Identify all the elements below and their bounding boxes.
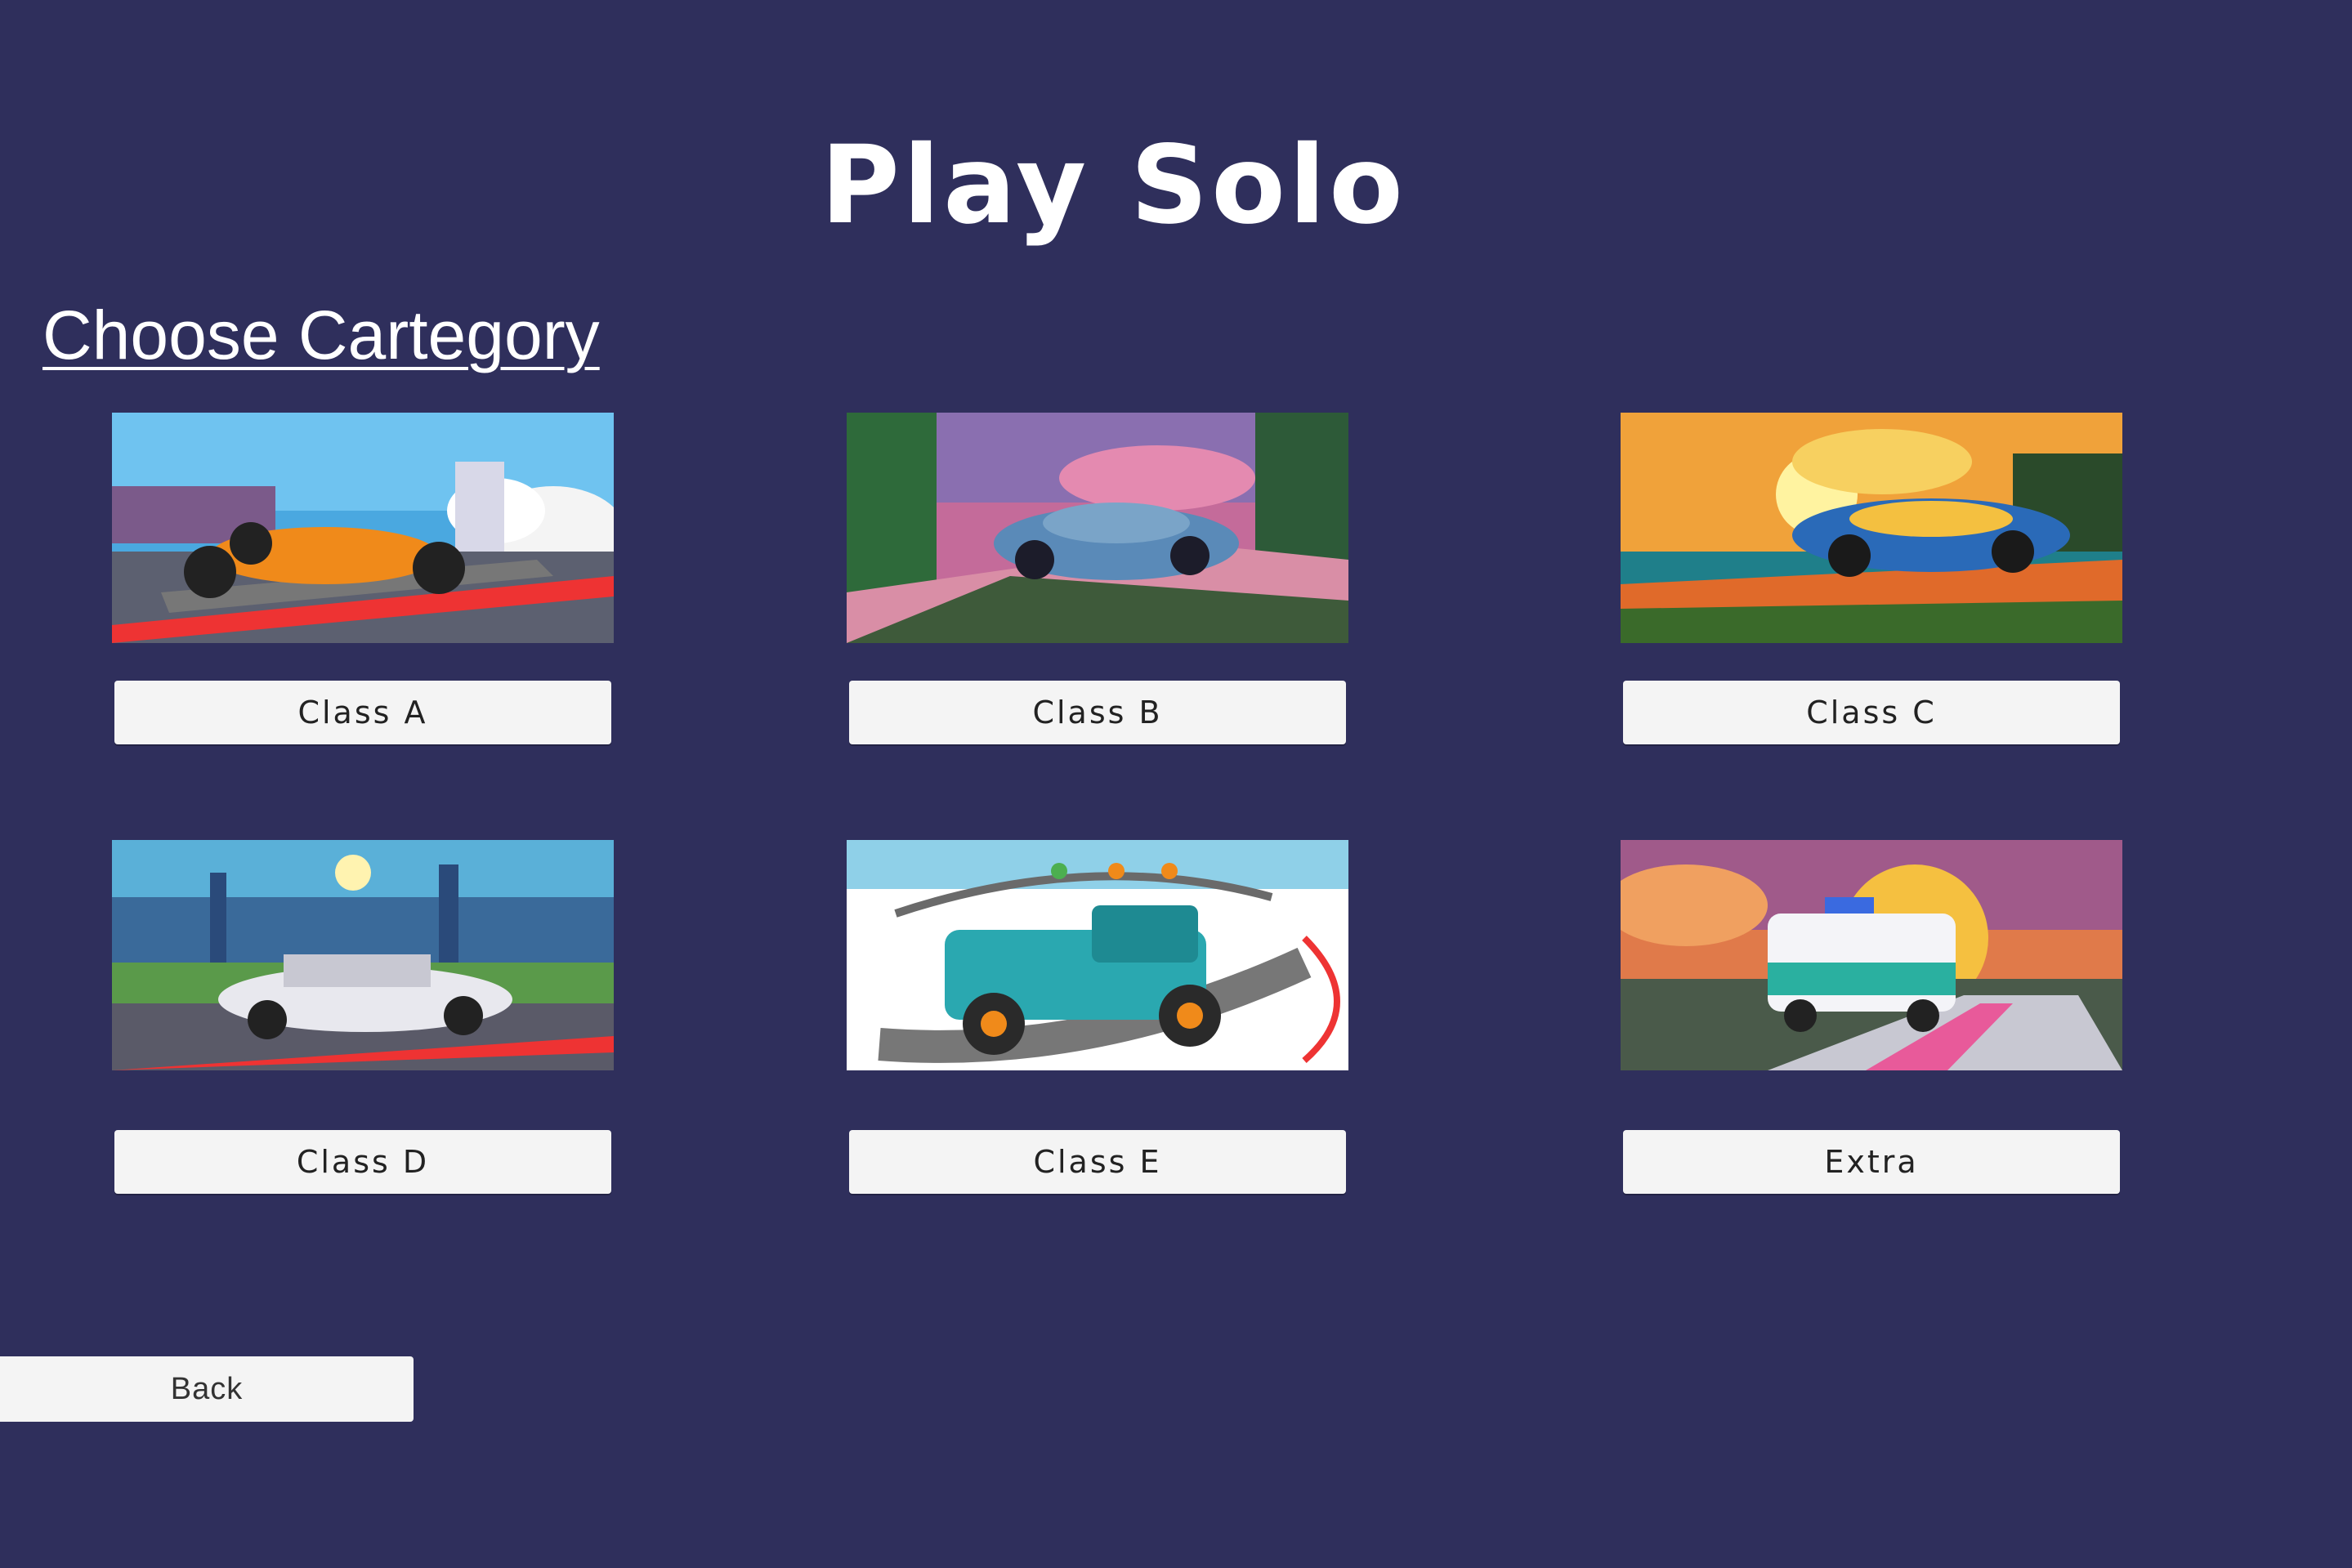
category-heading: Choose Cartegory (42, 297, 600, 373)
class-e-image[interactable] (847, 840, 1348, 1070)
class-b-image[interactable] (847, 413, 1348, 643)
class-d-button[interactable]: Class D (114, 1130, 611, 1194)
extra-button[interactable]: Extra (1623, 1130, 2120, 1194)
class-e-button[interactable]: Class E (849, 1130, 1346, 1194)
class-a-image[interactable] (112, 413, 614, 643)
class-b-button[interactable]: Class B (849, 681, 1346, 744)
class-c-button[interactable]: Class C (1623, 681, 2120, 744)
back-button[interactable]: Back (0, 1356, 414, 1422)
extra-image[interactable] (1621, 840, 2122, 1070)
class-a-button[interactable]: Class A (114, 681, 611, 744)
page-title: Play Solo (821, 123, 1406, 248)
class-c-image[interactable] (1621, 413, 2122, 643)
class-d-image[interactable] (112, 840, 614, 1070)
